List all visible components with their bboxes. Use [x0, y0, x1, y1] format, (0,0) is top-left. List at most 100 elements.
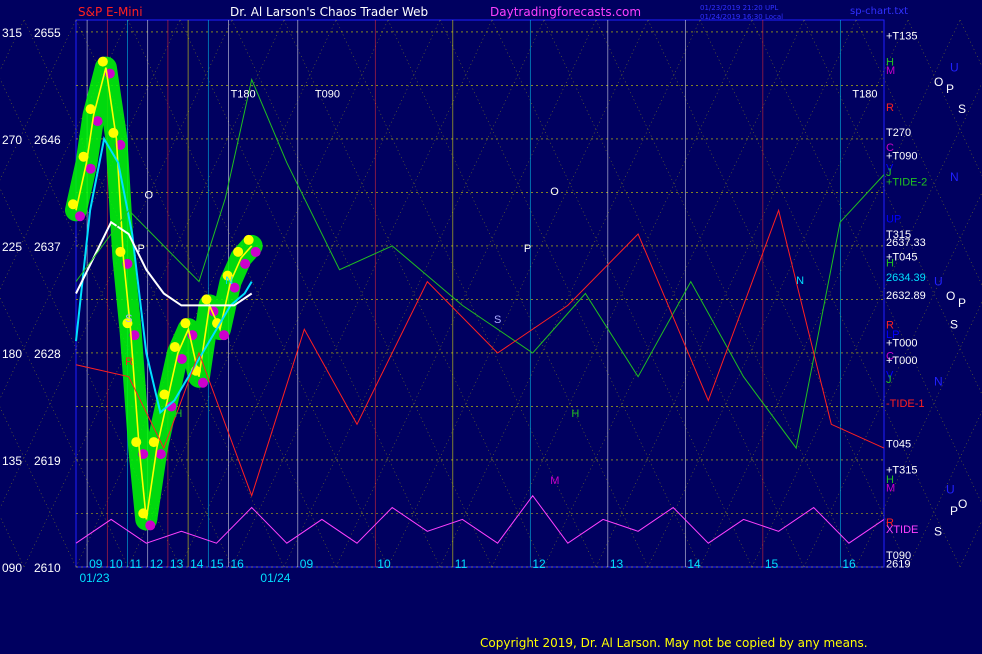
price-dot-high — [108, 127, 119, 138]
y-tick-angle: 270 — [2, 133, 22, 147]
chart-annotation: S — [125, 313, 132, 325]
price-dot-low — [155, 449, 166, 460]
x-tick-label: 16 — [231, 557, 245, 571]
y-tick-angle: 135 — [2, 454, 22, 468]
astro-letter: O — [934, 75, 943, 89]
astro-letter: P — [950, 504, 958, 518]
chart-annotation: S — [494, 314, 501, 326]
price-dot-low — [176, 353, 187, 364]
price-dot-low — [92, 116, 103, 127]
x-tick-label: 12 — [532, 557, 546, 571]
astro-letter: S — [934, 524, 942, 538]
price-dot-low — [197, 377, 208, 388]
price-dot-high — [180, 318, 191, 329]
x-tick-label: 11 — [130, 557, 143, 571]
chart-annotation: T180 — [231, 88, 256, 100]
astro-letter: N — [950, 170, 959, 184]
grid-diagonal — [0, 19, 25, 71]
y-tick-price: 2637 — [34, 240, 61, 254]
x-tick-label: 13 — [610, 557, 624, 571]
x-tick-label: 14 — [190, 557, 204, 571]
x-tick-label: 15 — [765, 557, 779, 571]
price-dot-high — [243, 234, 254, 245]
right-level-label: +TIDE-2 — [886, 177, 927, 189]
y-tick-angle: 315 — [2, 26, 22, 40]
chart-annotation: H — [174, 408, 182, 420]
instrument-label: S&P E-Mini — [78, 5, 143, 19]
x-date-label: 01/24 — [260, 571, 290, 585]
chart-annotation: P — [137, 243, 144, 255]
price-value-label: 2634.39 — [886, 272, 926, 284]
y-tick-price: 2610 — [34, 561, 61, 575]
x-tick-label: 13 — [170, 557, 184, 571]
chart-annotation: N — [796, 275, 804, 287]
astro-letter: N — [934, 374, 943, 388]
grid-diagonal — [0, 19, 77, 181]
price-dot-high — [97, 56, 108, 67]
y-tick-price: 2628 — [34, 347, 61, 361]
price-dot-high — [233, 246, 244, 257]
right-level-label: -TIDE-1 — [886, 398, 925, 410]
price-dot-low — [75, 211, 85, 222]
right-level-label: +T090 — [886, 151, 918, 163]
right-level-label: XTIDE — [886, 524, 918, 536]
astro-letter: U — [950, 61, 959, 75]
chart-annotation: O — [145, 189, 154, 201]
astro-letter: P — [946, 82, 954, 96]
price-value-label: 2632.89 — [886, 290, 926, 302]
astro-letter: O — [958, 497, 967, 511]
astro-letter: O — [946, 289, 955, 303]
chart-svg: 315 2655 270 2646 225 2637 180 2628 135 2619 090 26… — [0, 19, 982, 585]
right-level-label: T045 — [886, 438, 911, 450]
right-level-label: R — [886, 102, 894, 114]
page-title: Dr. Al Larson's Chaos Trader Web — [230, 5, 429, 19]
price-dot-low — [250, 246, 261, 257]
x-tick-label: 15 — [210, 557, 224, 571]
file-label: sp-chart.txt — [850, 6, 909, 17]
x-tick-label: 16 — [842, 557, 856, 571]
chart-annotation: R — [125, 356, 133, 368]
x-tick-label: 10 — [377, 557, 391, 571]
x-tick-label: 14 — [687, 557, 701, 571]
right-level-label: UP — [886, 214, 901, 226]
site-link[interactable]: Daytradingforecasts.com — [490, 6, 641, 18]
price-dot-low — [240, 258, 251, 269]
y-tick-price: 2655 — [34, 26, 61, 40]
y-tick-angle: 180 — [2, 347, 22, 361]
price-dot-high — [201, 294, 212, 305]
astro-letter: U — [946, 483, 955, 497]
grid-diagonal — [0, 406, 77, 568]
price-dot-low — [219, 330, 230, 341]
price-dot-low — [85, 163, 96, 174]
x-date-label: 01/23 — [80, 571, 110, 585]
chart-annotation: T090 — [315, 88, 340, 100]
right-level-label: H — [886, 258, 894, 270]
chart-annotation: T180 — [852, 88, 877, 100]
y-tick-price: 2646 — [34, 133, 61, 147]
y-tick-angle: 225 — [2, 240, 22, 254]
chart-annotation: O — [550, 186, 559, 198]
chart-root: 315 2655 270 2646 225 2637 180 2628 135 2619 090 26… — [0, 0, 982, 650]
astro-letter: P — [958, 296, 966, 310]
right-level-label: M — [886, 482, 895, 494]
price-value-label: 2637.33 — [886, 237, 926, 249]
right-level-label: +T000 — [886, 337, 918, 349]
astro-letter: S — [958, 102, 966, 116]
astro-letter: U — [934, 275, 943, 289]
x-tick-label: 10 — [109, 557, 123, 571]
chart-annotation: P — [524, 243, 531, 255]
timestamp-2: 01/24/2019 16:30 Local — [700, 13, 784, 21]
y-tick-price: 2619 — [34, 454, 61, 468]
right-level-label: 2619 — [886, 558, 910, 570]
chart-annotation: N — [225, 275, 233, 287]
x-tick-label: 11 — [455, 557, 468, 571]
price-dot-low — [145, 520, 156, 531]
right-level-label: +T135 — [886, 30, 918, 42]
right-level-label: +T000 — [886, 355, 918, 367]
x-tick-label: 09 — [300, 557, 314, 571]
y-tick-angle: 090 — [2, 561, 22, 575]
copyright: Copyright 2019, Dr. Al Larson. May not b… — [480, 636, 868, 650]
x-tick-label: 09 — [89, 557, 103, 571]
grid-diagonal — [0, 516, 25, 568]
right-level-label: J — [886, 374, 892, 386]
